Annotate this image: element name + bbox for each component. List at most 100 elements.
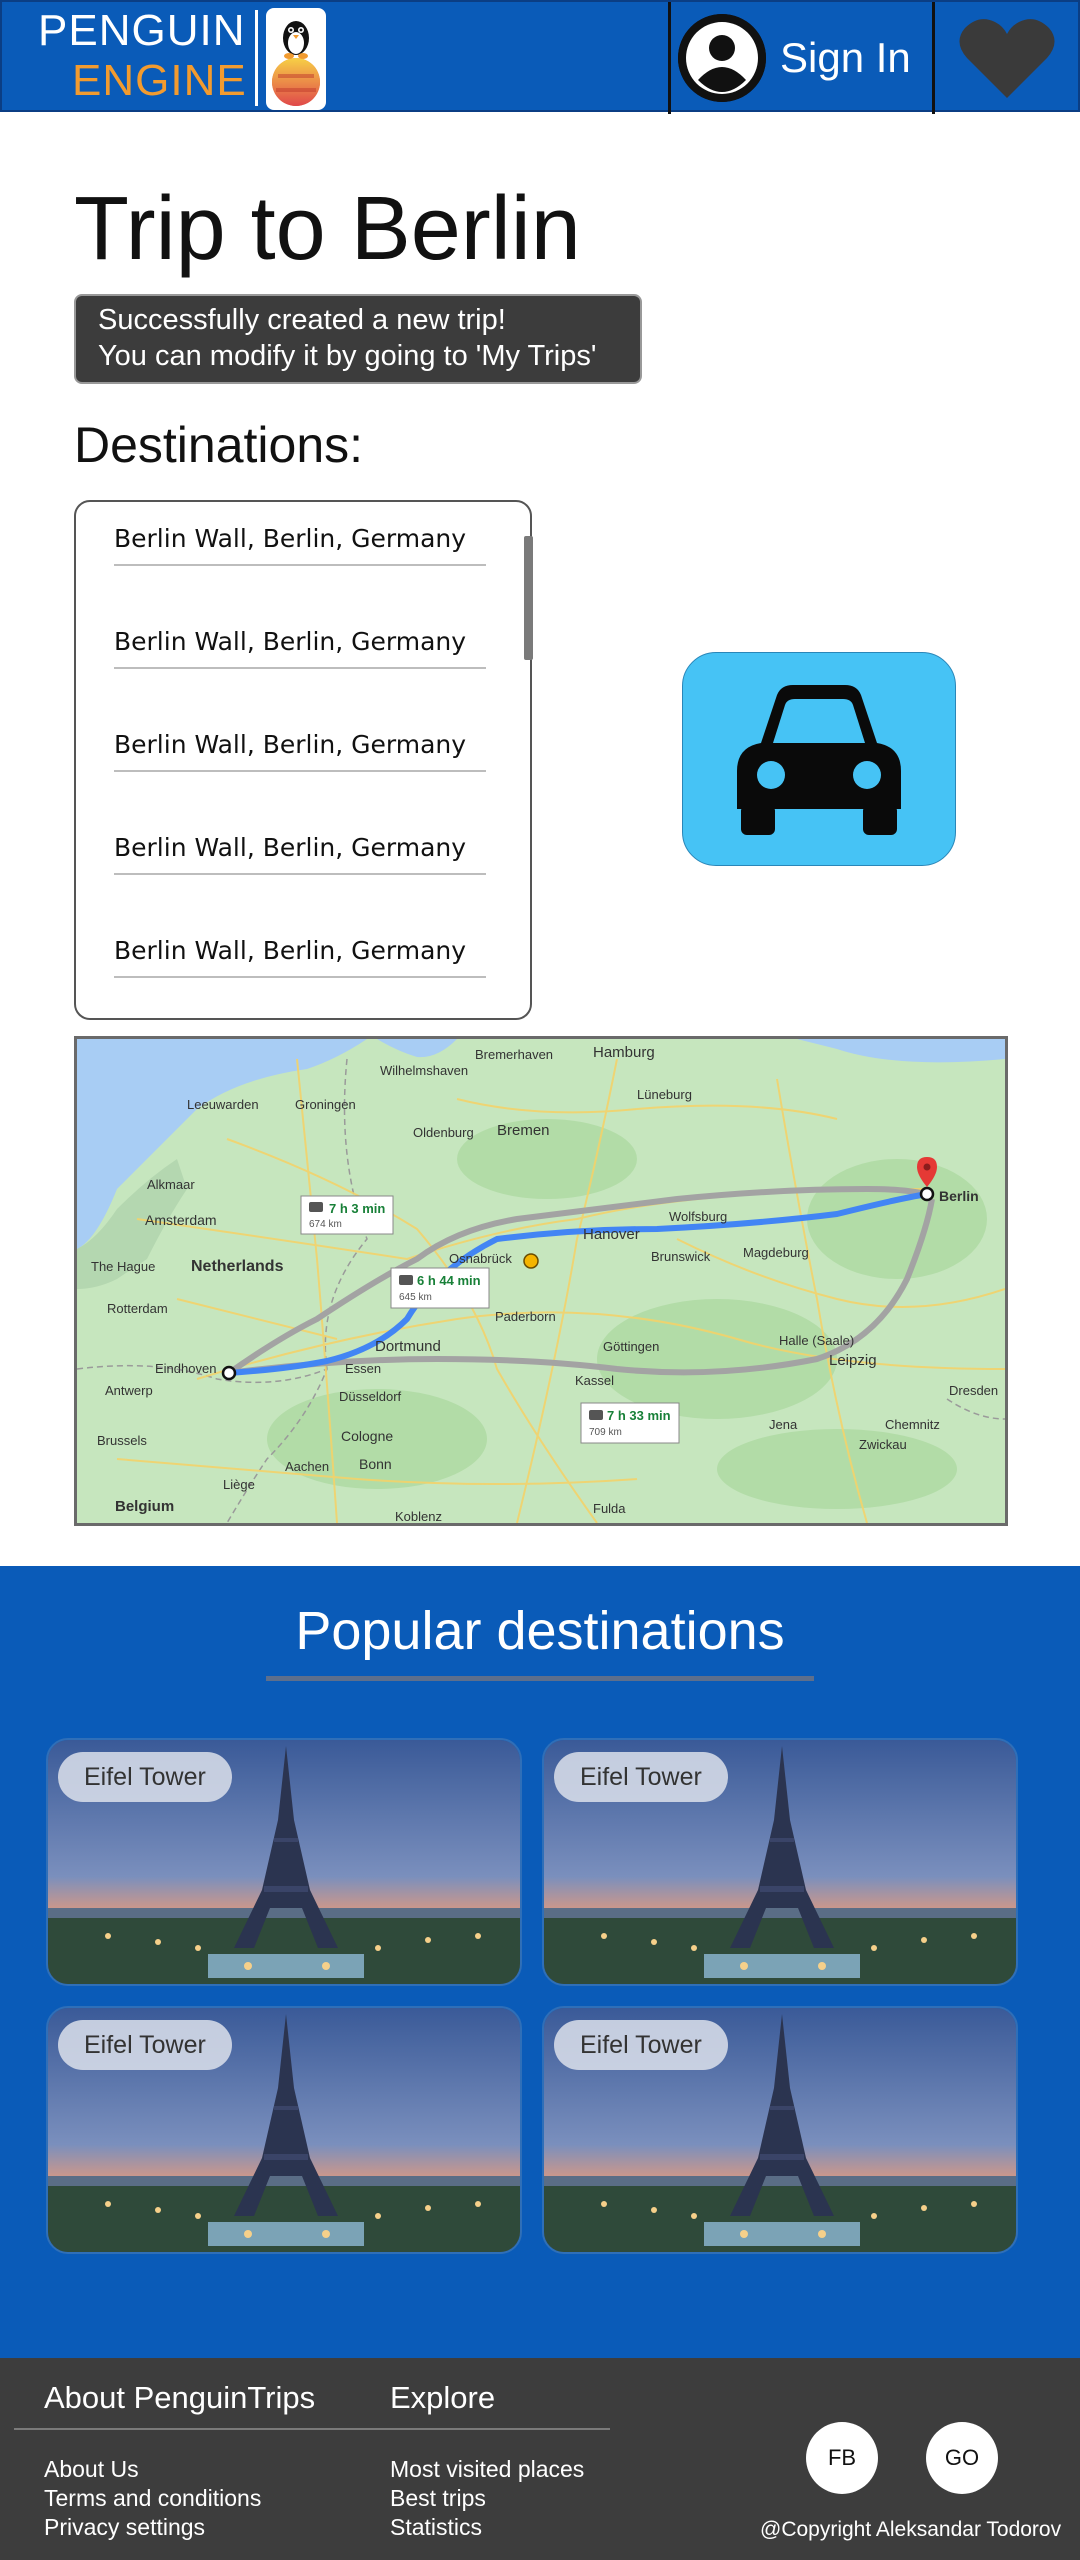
card-label: Eifel Tower [58,2020,232,2070]
map-label: Wolfsburg [669,1209,727,1224]
user-avatar-icon [678,14,766,102]
map-label: Paderborn [495,1309,556,1324]
success-toast: Successfully created a new trip! You can… [74,294,642,384]
map-label: Chemnitz [885,1417,940,1432]
toast-line-2: You can modify it by going to 'My Trips' [98,340,597,372]
popular-title: Popular destinations [295,1601,785,1661]
map-label: Osnabrück [449,1251,512,1266]
destinations-list[interactable]: Berlin Wall, Berlin, Germany Berlin Wall… [74,500,532,1020]
footer-about-heading: About PenguinTrips [44,2380,316,2415]
toast-line-1: Successfully created a new trip! [98,304,506,336]
map-label: Fulda [593,1501,626,1516]
destination-item[interactable]: Berlin Wall, Berlin, Germany [114,502,486,566]
footer-link-about-us[interactable]: About Us [44,2456,139,2483]
top-header: PENGUIN ENGINE Sign In [0,0,1080,114]
footer-explore-heading: Explore [390,2380,496,2415]
map-label: Leipzig [829,1352,877,1369]
popular-underline [266,1676,814,1681]
sign-in-button[interactable]: Sign In [678,14,911,102]
card-label: Eifel Tower [554,2020,728,2070]
map-label: Dortmund [375,1338,441,1355]
map-label: Hamburg [593,1044,655,1061]
sign-in-label: Sign In [780,34,911,81]
destination-item[interactable]: Berlin Wall, Berlin, Germany [114,708,486,772]
page-title: Trip to Berlin [74,179,581,279]
route-time: 7 h 33 min [607,1408,671,1423]
map-label: Brunswick [651,1249,711,1264]
map-label: Alkmaar [147,1177,195,1192]
route-distance: 674 km [309,1219,342,1230]
map-label: Antwerp [105,1383,153,1398]
map-label: Koblenz [395,1509,442,1523]
google-button[interactable]: GO [926,2422,998,2494]
map-label: Bremerhaven [475,1047,553,1062]
map-label: Göttingen [603,1339,659,1354]
map-label: Netherlands [191,1258,284,1275]
logo-line-1: PENGUIN [38,6,246,55]
footer-link-best-trips[interactable]: Best trips [390,2485,486,2512]
map-label: Cologne [341,1428,393,1444]
map-label: Berlin [939,1188,979,1204]
map-label: Jena [769,1417,798,1432]
destination-card[interactable]: Eifel Tower [542,2006,1018,2254]
car-icon [737,685,901,835]
destination-card[interactable]: Eifel Tower [46,2006,522,2254]
footer-link-privacy[interactable]: Privacy settings [44,2514,205,2541]
logo-line-2: ENGINE [72,56,247,105]
map-label: Groningen [295,1097,356,1112]
transport-mode-button[interactable] [682,652,956,866]
heart-icon [959,19,1055,98]
destinations-scrollbar[interactable] [524,536,533,660]
map-label: Leeuwarden [187,1097,259,1112]
penguin-logo-icon [266,8,326,110]
header-separator [932,2,935,114]
route-time: 7 h 3 min [329,1201,385,1216]
map-label: Hanover [583,1226,640,1243]
footer-link-statistics[interactable]: Statistics [390,2514,482,2541]
destination-card[interactable]: Eifel Tower [46,1738,522,1986]
route-distance: 709 km [589,1427,622,1438]
route-distance: 645 km [399,1292,432,1303]
map-label: Belgium [115,1498,174,1515]
map-label: Halle (Saale) [779,1333,854,1348]
copyright-text: @Copyright Aleksandar Todorov [760,2518,1062,2541]
map-label: Brussels [97,1433,147,1448]
map-label: Rotterdam [107,1301,168,1316]
destination-item[interactable]: Berlin Wall, Berlin, Germany [114,811,486,875]
route-box[interactable]: 7 h 33 min 709 km [580,1402,680,1444]
destination-item[interactable]: Berlin Wall, Berlin, Germany [114,605,486,669]
route-map[interactable]: Bremerhaven Hamburg Groningen Wilhelmsha… [74,1036,1008,1526]
map-label: Eindhoven [155,1361,216,1376]
map-label: Lüneburg [637,1087,692,1102]
logo[interactable]: PENGUIN ENGINE [38,6,248,106]
destination-item[interactable]: Berlin Wall, Berlin, Germany [114,914,486,978]
map-label: Amsterdam [145,1212,217,1228]
route-box[interactable]: 6 h 44 min 645 km [390,1267,490,1309]
map-label: Zwickau [859,1437,907,1452]
favorites-button[interactable] [952,12,1062,104]
map-label: The Hague [91,1259,155,1274]
footer-link-most-visited[interactable]: Most visited places [390,2456,584,2483]
map-label: Wilhelmshaven [380,1063,468,1078]
map-label: Bremen [497,1122,550,1139]
map-label: Essen [345,1361,381,1376]
card-label: Eifel Tower [58,1752,232,1802]
route-time: 6 h 44 min [417,1273,481,1288]
map-label: Magdeburg [743,1245,809,1260]
route-box[interactable]: 7 h 3 min 674 km [300,1195,394,1235]
map-label: Düsseldorf [339,1389,402,1404]
map-label: Kassel [575,1373,614,1388]
map-label: Oldenburg [413,1125,474,1140]
footer-divider [14,2428,610,2430]
destination-card[interactable]: Eifel Tower [542,1738,1018,1986]
logo-divider [255,10,258,106]
page: PENGUIN ENGINE Sign In Trip to Berlin Su… [0,0,1080,2560]
map-label: Bonn [359,1456,392,1472]
map-label: Aachen [285,1459,329,1474]
footer-link-terms[interactable]: Terms and conditions [44,2485,261,2512]
facebook-button[interactable]: FB [806,2422,878,2494]
destinations-heading: Destinations: [74,417,364,473]
map-label: Dresden [949,1383,998,1398]
map-label: Liège [223,1477,255,1492]
header-separator [668,2,671,114]
